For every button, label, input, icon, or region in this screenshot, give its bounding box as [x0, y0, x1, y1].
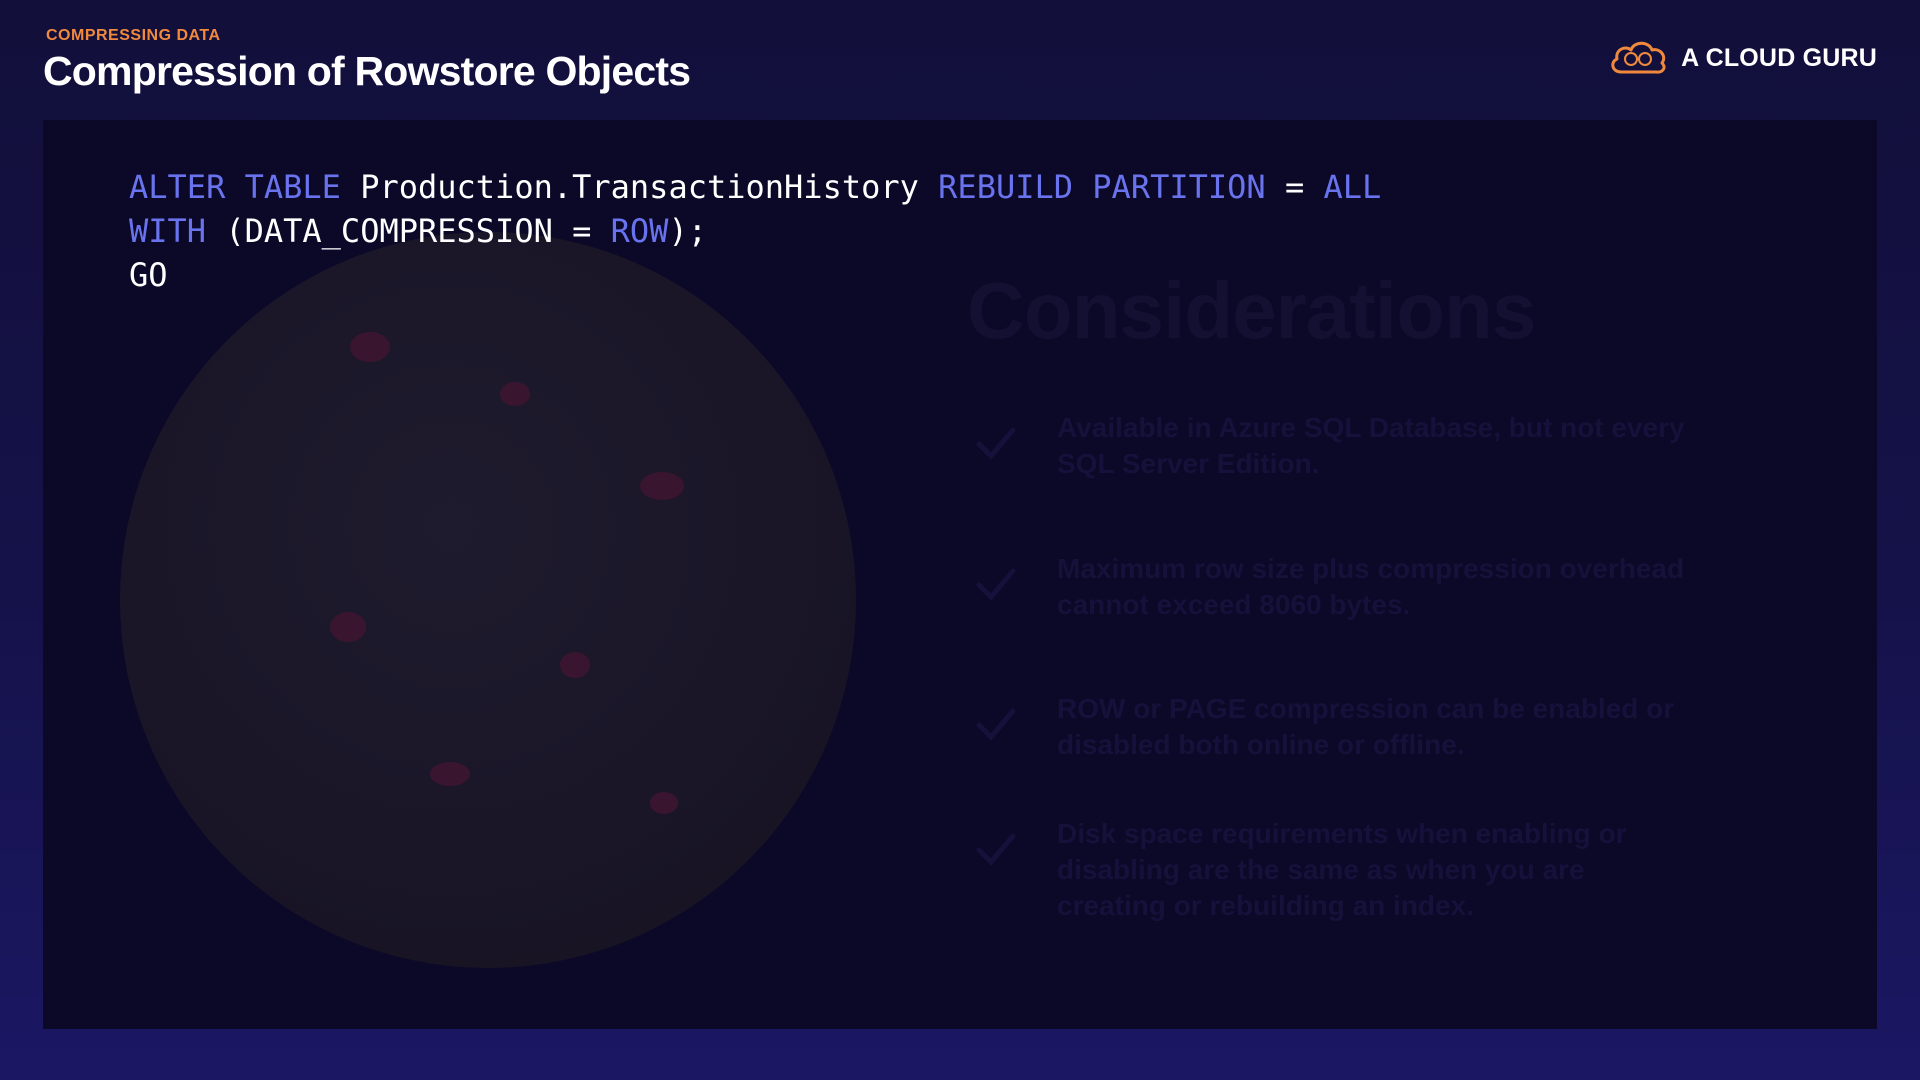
check-icon [976, 708, 1016, 741]
check-icon [976, 568, 1016, 601]
code-line: GO [129, 256, 168, 294]
bg-item-text: ROW or PAGE compression can be enabled o… [1057, 693, 1675, 760]
brand-name: A CLOUD GURU [1681, 43, 1877, 72]
code-keyword: WITH [129, 212, 207, 250]
brand-logo: A CLOUD GURU [1607, 38, 1877, 78]
bg-list-item: Disk space requirements when enabling or… [973, 816, 1693, 924]
bg-list-item: Available in Azure SQL Database, but not… [973, 410, 1693, 482]
code-line: ALTER TABLE Production.TransactionHistor… [129, 165, 1381, 209]
bg-item-text: Available in Azure SQL Database, but not… [1057, 412, 1685, 479]
code-keyword: ALL [1323, 168, 1382, 206]
code-text: = [1265, 168, 1324, 206]
bg-list-item: ROW or PAGE compression can be enabled o… [973, 691, 1693, 763]
bg-list-item: Maximum row size plus compression overhe… [973, 551, 1693, 623]
code-text: ); [668, 212, 707, 250]
bg-item-text: Maximum row size plus compression overhe… [1057, 553, 1685, 620]
check-icon [976, 833, 1016, 866]
code-line: WITH (DATA_COMPRESSION = ROW); [129, 209, 1381, 253]
check-icon [976, 427, 1016, 460]
sql-code-block: ALTER TABLE Production.TransactionHistor… [129, 165, 1381, 297]
cloud-logo-icon [1611, 41, 1666, 74]
code-keyword: ROW [610, 212, 669, 250]
page-title: Compression of Rowstore Objects [43, 48, 691, 94]
code-panel: Considerations Available in Azure SQL Da… [43, 120, 1877, 1029]
code-text: (DATA_COMPRESSION = [206, 212, 611, 250]
code-text: Production.TransactionHistory [340, 168, 939, 206]
bg-item-text: Disk space requirements when enabling or… [1057, 818, 1627, 921]
code-keyword: REBUILD PARTITION [938, 168, 1266, 206]
code-keyword: ALTER TABLE [129, 168, 341, 206]
section-label: COMPRESSING DATA [46, 27, 221, 44]
